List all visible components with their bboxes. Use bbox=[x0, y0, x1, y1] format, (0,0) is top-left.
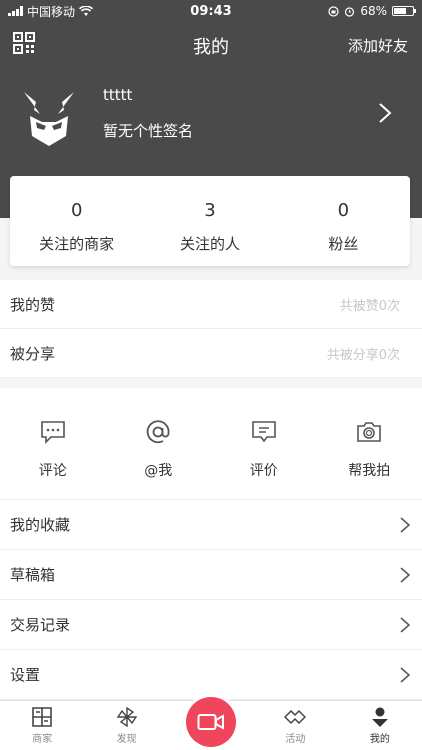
stat-count: 3 bbox=[204, 200, 216, 221]
action-label: 评价 bbox=[249, 463, 278, 479]
menu-list: 我的收藏 草稿箱 交易记录 设置 bbox=[0, 500, 422, 700]
chevron-right-icon bbox=[400, 566, 410, 583]
menu-item-drafts[interactable]: 草稿箱 bbox=[0, 550, 422, 600]
action-mentions[interactable]: @我 bbox=[106, 388, 212, 499]
menu-item-label: 草稿箱 bbox=[10, 566, 56, 584]
stat-label: 关注的人 bbox=[179, 235, 240, 253]
menu-item-settings[interactable]: 设置 bbox=[0, 650, 422, 700]
action-comments[interactable]: 评论 bbox=[0, 388, 106, 499]
stat-followed-people[interactable]: 3 关注的人 bbox=[143, 176, 276, 266]
username: ttttt bbox=[103, 86, 133, 104]
review-icon bbox=[251, 421, 276, 443]
shared-row[interactable]: 被分享 共被分享0次 bbox=[0, 329, 422, 378]
tab-label: 活动 bbox=[285, 734, 306, 745]
tab-activities[interactable]: 活动 bbox=[253, 701, 337, 750]
menu-item-favorites[interactable]: 我的收藏 bbox=[0, 500, 422, 550]
battery-icon bbox=[392, 6, 416, 16]
chevron-right-icon[interactable] bbox=[378, 102, 392, 124]
activity-icon bbox=[284, 709, 307, 725]
menu-item-label: 交易记录 bbox=[10, 616, 71, 634]
avatar[interactable] bbox=[20, 88, 78, 150]
user-diamond-icon bbox=[371, 707, 388, 727]
video-camera-icon bbox=[197, 714, 224, 730]
stat-count: 0 bbox=[70, 200, 83, 221]
row-label: 我的赞 bbox=[10, 295, 56, 314]
merchant-icon bbox=[32, 707, 53, 727]
action-reviews[interactable]: 评价 bbox=[211, 388, 317, 499]
chat-bubble-icon bbox=[40, 421, 65, 444]
action-label: @我 bbox=[144, 463, 173, 479]
alarm-icon bbox=[345, 6, 355, 17]
action-label: 帮我拍 bbox=[348, 463, 391, 479]
stat-followed-merchants[interactable]: 0 关注的商家 bbox=[10, 176, 143, 266]
carrier-name: 中国移动 bbox=[27, 4, 76, 19]
menu-item-transactions[interactable]: 交易记录 bbox=[0, 600, 422, 650]
chevron-right-icon bbox=[400, 666, 410, 683]
pinwheel-icon bbox=[116, 706, 137, 728]
chevron-right-icon bbox=[400, 516, 410, 533]
menu-item-label: 我的收藏 bbox=[10, 516, 71, 534]
nav-bar: 我的 添加好友 bbox=[0, 22, 422, 66]
wifi-icon bbox=[79, 5, 94, 16]
tab-label: 我的 bbox=[369, 734, 390, 745]
profile-row[interactable]: ttttt 暂无个性签名 bbox=[0, 80, 422, 160]
likes-summary: 共被赞0次 bbox=[339, 298, 400, 314]
chevron-right-icon bbox=[400, 616, 410, 633]
row-label: 被分享 bbox=[10, 344, 56, 363]
status-bar: 中国移动 09:43 68% bbox=[0, 0, 422, 22]
action-grid: 评论 @我 评价 帮我拍 bbox=[0, 388, 422, 500]
stat-count: 0 bbox=[337, 200, 350, 221]
orientation-lock-icon bbox=[328, 5, 339, 17]
tab-label: 发现 bbox=[116, 734, 137, 745]
my-likes-row[interactable]: 我的赞 共被赞0次 bbox=[0, 280, 422, 329]
battery-percent: 68% bbox=[360, 4, 387, 18]
menu-item-label: 设置 bbox=[10, 666, 41, 684]
tab-merchants[interactable]: 商家 bbox=[0, 701, 84, 750]
stat-label: 关注的商家 bbox=[39, 235, 115, 253]
tab-me[interactable]: 我的 bbox=[338, 701, 422, 750]
action-label: 评论 bbox=[38, 463, 67, 479]
record-button-fill bbox=[186, 697, 236, 747]
shares-summary: 共被分享0次 bbox=[326, 347, 400, 363]
signal-icon bbox=[8, 6, 23, 16]
at-icon bbox=[146, 420, 170, 444]
action-help-shoot[interactable]: 帮我拍 bbox=[317, 388, 422, 499]
stat-label: 粉丝 bbox=[328, 235, 359, 253]
record-video-button[interactable] bbox=[183, 694, 239, 750]
stat-fans[interactable]: 0 粉丝 bbox=[277, 176, 410, 266]
likes-section: 我的赞 共被赞0次 被分享 共被分享0次 bbox=[0, 280, 422, 378]
stats-card: 0 关注的商家 3 关注的人 0 粉丝 bbox=[10, 176, 410, 266]
camera-icon bbox=[357, 422, 382, 442]
signature: 暂无个性签名 bbox=[103, 122, 194, 140]
tab-label: 商家 bbox=[32, 734, 53, 745]
tab-discover[interactable]: 发现 bbox=[84, 701, 168, 750]
add-friend-button[interactable]: 添加好友 bbox=[348, 35, 408, 56]
